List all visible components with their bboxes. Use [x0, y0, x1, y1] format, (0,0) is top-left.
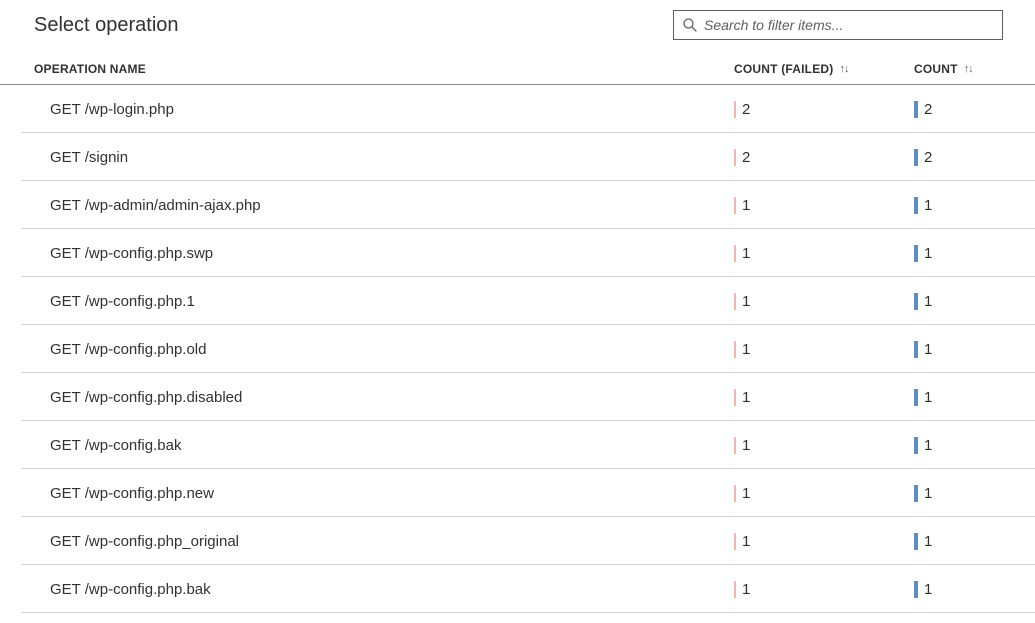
count-cell: 1 [914, 485, 1015, 502]
count-failed-cell: 1 [734, 293, 914, 310]
count-failed-value: 1 [742, 293, 750, 310]
count-failed-value: 1 [742, 485, 750, 502]
column-header-name[interactable]: OPERATION NAME [34, 62, 734, 76]
operation-name-cell: GET /wp-config.php.old [50, 341, 734, 358]
count-cell: 1 [914, 245, 1015, 262]
page-title: Select operation [34, 14, 179, 37]
count-value: 1 [924, 341, 932, 358]
operation-name-cell: GET /wp-config.php.swp [50, 245, 734, 262]
table-row[interactable]: GET /wp-config.php.1 1 1 [0, 277, 1035, 325]
count-failed-cell: 1 [734, 245, 914, 262]
column-header-count-label: COUNT [914, 62, 958, 76]
count-value: 1 [924, 581, 932, 598]
operation-name-cell: GET /wp-config.php.bak [50, 581, 734, 598]
count-value: 2 [924, 101, 932, 118]
count-failed-cell: 1 [734, 485, 914, 502]
count-failed-cell: 1 [734, 533, 914, 550]
table-row[interactable]: GET /wp-config.php.disabled 1 1 [0, 373, 1035, 421]
count-value: 1 [924, 533, 932, 550]
count-failed-cell: 2 [734, 101, 914, 118]
count-failed-cell: 1 [734, 197, 914, 214]
count-value: 1 [924, 485, 932, 502]
sort-icon: ↑↓ [964, 63, 973, 75]
operation-name-cell: GET /wp-login.php [50, 101, 734, 118]
table-row[interactable]: GET /signin 2 2 [0, 133, 1035, 181]
count-value: 1 [924, 197, 932, 214]
count-value: 1 [924, 389, 932, 406]
count-failed-cell: 1 [734, 389, 914, 406]
count-failed-value: 2 [742, 149, 750, 166]
count-cell: 1 [914, 581, 1015, 598]
table-row[interactable]: GET /wp-config.php.bak 1 1 [0, 565, 1035, 613]
count-cell: 1 [914, 341, 1015, 358]
count-failed-value: 2 [742, 101, 750, 118]
table-header: OPERATION NAME COUNT (FAILED) ↑↓ COUNT ↑… [0, 44, 1035, 85]
count-value: 1 [924, 293, 932, 310]
count-failed-value: 1 [742, 245, 750, 262]
table-row[interactable]: GET /wp-config.bak 1 1 [0, 421, 1035, 469]
count-failed-cell: 1 [734, 581, 914, 598]
count-value: 1 [924, 437, 932, 454]
search-icon [682, 17, 698, 33]
operation-name-cell: GET /wp-config.php.new [50, 485, 734, 502]
column-header-count[interactable]: COUNT ↑↓ [914, 62, 1001, 76]
count-failed-value: 1 [742, 437, 750, 454]
count-failed-cell: 1 [734, 341, 914, 358]
sort-icon: ↑↓ [839, 63, 848, 75]
count-cell: 2 [914, 149, 1015, 166]
table-row[interactable]: GET /wp-config.php.old 1 1 [0, 325, 1035, 373]
operation-name-cell: GET /wp-config.php_original [50, 533, 734, 550]
count-cell: 2 [914, 101, 1015, 118]
search-input[interactable] [704, 17, 994, 33]
table-body: GET /wp-login.php 2 2 GET /signin 2 2 GE… [0, 85, 1035, 613]
count-failed-cell: 1 [734, 437, 914, 454]
operation-name-cell: GET /wp-config.php.1 [50, 293, 734, 310]
count-cell: 1 [914, 437, 1015, 454]
table-row[interactable]: GET /wp-config.php.new 1 1 [0, 469, 1035, 517]
operation-name-cell: GET /wp-config.php.disabled [50, 389, 734, 406]
count-cell: 1 [914, 389, 1015, 406]
count-value: 2 [924, 149, 932, 166]
count-failed-value: 1 [742, 581, 750, 598]
search-input-wrapper[interactable] [673, 10, 1003, 40]
count-failed-value: 1 [742, 341, 750, 358]
operation-name-cell: GET /signin [50, 149, 734, 166]
count-cell: 1 [914, 197, 1015, 214]
table-row[interactable]: GET /wp-config.php.swp 1 1 [0, 229, 1035, 277]
count-cell: 1 [914, 293, 1015, 310]
operation-name-cell: GET /wp-admin/admin-ajax.php [50, 197, 734, 214]
count-failed-cell: 2 [734, 149, 914, 166]
count-cell: 1 [914, 533, 1015, 550]
operation-name-cell: GET /wp-config.bak [50, 437, 734, 454]
table-row[interactable]: GET /wp-login.php 2 2 [0, 85, 1035, 133]
count-value: 1 [924, 245, 932, 262]
count-failed-value: 1 [742, 389, 750, 406]
column-header-failed[interactable]: COUNT (FAILED) ↑↓ [734, 62, 914, 76]
count-failed-value: 1 [742, 533, 750, 550]
count-failed-value: 1 [742, 197, 750, 214]
table-row[interactable]: GET /wp-config.php_original 1 1 [0, 517, 1035, 565]
table-row[interactable]: GET /wp-admin/admin-ajax.php 1 1 [0, 181, 1035, 229]
column-header-failed-label: COUNT (FAILED) [734, 62, 833, 76]
